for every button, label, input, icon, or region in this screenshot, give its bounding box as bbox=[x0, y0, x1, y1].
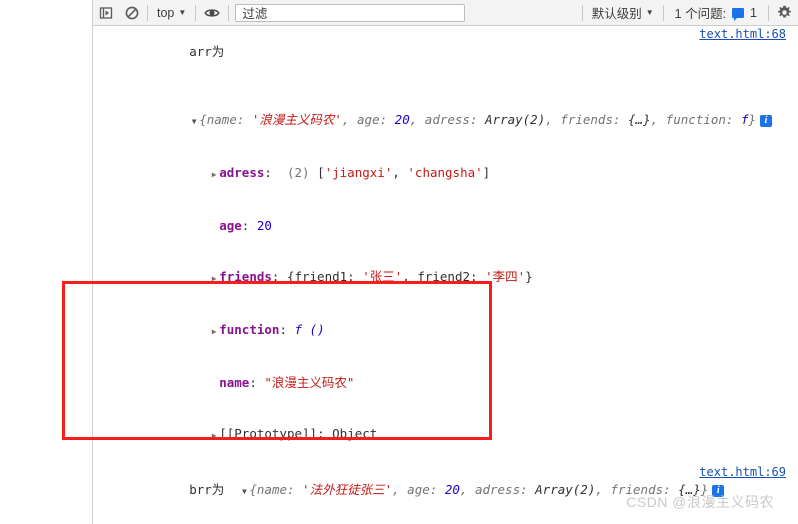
prop-val-arr-name: "浪漫主义码农" bbox=[264, 375, 355, 390]
brace-open-arr: { bbox=[199, 112, 207, 127]
prop-row-arr-age: age: 20 bbox=[219, 218, 272, 233]
summary-key-age-arr: age: bbox=[357, 112, 395, 127]
summary-key-friends-arr: friends: bbox=[560, 112, 629, 127]
chevron-down-icon-2: ▼ bbox=[645, 7, 654, 17]
filter-placeholder: 过滤 bbox=[242, 7, 268, 21]
issues-label: 1 个问题: bbox=[674, 7, 727, 21]
log-level-selector[interactable]: 默认级别 ▼ bbox=[585, 0, 661, 26]
console-group-arr: arr为 text.html:68 ▼ {name: '浪漫主义码农', age:… bbox=[93, 26, 798, 461]
summary-val-adress-arr: Array(2) bbox=[485, 112, 546, 127]
toolbar-divider-5 bbox=[662, 4, 664, 21]
prop-item-arr-friend2: '李四' bbox=[485, 269, 526, 284]
log-prefix-brr: brr为 bbox=[189, 482, 225, 497]
log-level-label: 默认级别 bbox=[591, 7, 642, 21]
prop-item-arr-friend1: '张三' bbox=[362, 269, 403, 284]
prop-row-arr-prototype[interactable]: ▶ [[Prototype]]: Object bbox=[93, 408, 798, 461]
prop-val-arr-function: f () bbox=[294, 322, 325, 337]
issues-button[interactable]: 1 个问题: 1 bbox=[666, 0, 766, 26]
source-link-arr[interactable]: text.html:68 bbox=[699, 26, 786, 43]
prop-item-arr-adress-0: 'jiangxi' bbox=[324, 165, 393, 180]
summary-key-function-arr: function: bbox=[665, 112, 741, 127]
prop-key-arr-name: name bbox=[219, 375, 250, 390]
summary-val-friends-arr: {…} bbox=[628, 112, 651, 127]
summary-key-adress-brr: adress: bbox=[474, 482, 536, 497]
prop-count-arr-adress: (2) bbox=[279, 165, 318, 180]
sep-2-arr: , bbox=[409, 112, 425, 127]
object-summary-arr[interactable]: ▼ {name: '浪漫主义码农', age: 20, adress: Array… bbox=[93, 94, 798, 147]
play-in-frame-icon[interactable] bbox=[93, 0, 119, 26]
info-icon-arr[interactable]: i bbox=[760, 115, 772, 127]
source-link-brr[interactable]: text.html:69 bbox=[699, 464, 786, 481]
sep-3-arr: , bbox=[545, 112, 561, 127]
brace-close-arr: } bbox=[748, 112, 756, 127]
sep-3-brr: , bbox=[595, 482, 611, 497]
summary-val-name-brr: '法外狂徒张三' bbox=[302, 482, 393, 497]
filter-input[interactable]: 过滤 bbox=[235, 3, 466, 22]
sep-1-brr: , bbox=[392, 482, 408, 497]
disclosure-triangle-arr-adress[interactable]: ▶ bbox=[209, 166, 219, 183]
devtools-console-panel: top ▼ 过滤 默认级别 ▼ 1 个问题: 1 arr为 text.html:… bbox=[93, 0, 798, 524]
disclosure-triangle-brr[interactable]: ▼ bbox=[239, 483, 249, 500]
summary-val-name-arr: '浪漫主义码农' bbox=[251, 112, 342, 127]
toolbar-divider-3 bbox=[228, 4, 230, 21]
prop-row-arr-adress[interactable]: ▶ adress: (2) ['jiangxi', 'changsha'] bbox=[93, 147, 798, 200]
brace-open-brr: { bbox=[249, 482, 257, 497]
prop-val-arr-age: 20 bbox=[256, 218, 272, 233]
sep-4-arr: , bbox=[650, 112, 666, 127]
prop-row-arr-friends[interactable]: ▶ friends: {friend1: '张三', friend2: '李四'} bbox=[93, 251, 798, 304]
sep-1-arr: , bbox=[341, 112, 358, 127]
chevron-down-icon: ▼ bbox=[178, 7, 187, 17]
disclosure-triangle-arr-prototype[interactable]: ▶ bbox=[209, 427, 219, 444]
console-log-prefix-row-arr: arr为 text.html:68 bbox=[93, 26, 798, 94]
gear-icon[interactable] bbox=[771, 0, 798, 26]
csdn-watermark: CSDN @浪漫主义码农 bbox=[626, 494, 774, 510]
sep-2-brr: , bbox=[459, 482, 475, 497]
toolbar-divider-4 bbox=[581, 4, 583, 21]
console-toolbar: top ▼ 过滤 默认级别 ▼ 1 个问题: 1 bbox=[93, 0, 798, 26]
summary-key-adress-arr: adress: bbox=[424, 112, 486, 127]
toolbar-divider-6 bbox=[768, 4, 769, 21]
execution-context-selector[interactable]: top ▼ bbox=[150, 0, 193, 26]
issue-speech-bubble-icon bbox=[732, 7, 745, 21]
toolbar-divider-1 bbox=[147, 4, 148, 21]
issues-count: 1 bbox=[750, 5, 757, 20]
summary-key-name-brr: name: bbox=[256, 482, 303, 497]
log-prefix-arr: arr为 bbox=[189, 44, 225, 59]
toolbar-divider-2 bbox=[195, 4, 197, 21]
summary-key-age-brr: age: bbox=[407, 482, 445, 497]
execution-context-label: top bbox=[157, 5, 175, 20]
prop-row-arr-name: name: "浪漫主义码农" bbox=[219, 375, 355, 390]
prop-key-arr-function: function bbox=[219, 322, 280, 337]
prop-key-arr-age: age bbox=[219, 218, 242, 233]
prop-key-arr-friends: friends bbox=[219, 269, 272, 284]
disclosure-triangle-arr-friends[interactable]: ▶ bbox=[209, 270, 219, 287]
live-expression-eye-icon[interactable] bbox=[198, 0, 226, 26]
prop-key-arr-adress: adress bbox=[219, 165, 265, 180]
summary-val-age-arr: 20 bbox=[394, 112, 410, 127]
console-message-list[interactable]: arr为 text.html:68 ▼ {name: '浪漫主义码农', age:… bbox=[93, 26, 798, 524]
disclosure-triangle-arr-function[interactable]: ▶ bbox=[209, 323, 219, 340]
summary-val-adress-brr: Array(2) bbox=[535, 482, 596, 497]
page-left-gutter bbox=[0, 0, 93, 524]
prop-key-arr-prototype: [[Prototype]] bbox=[219, 426, 318, 441]
disclosure-triangle-arr[interactable]: ▼ bbox=[189, 113, 199, 130]
clear-console-icon[interactable] bbox=[119, 0, 145, 26]
summary-key-name-arr: name: bbox=[206, 112, 252, 127]
prop-item-arr-adress-1: 'changsha' bbox=[407, 165, 483, 180]
prop-val-arr-prototype: Object bbox=[332, 426, 378, 441]
prop-row-arr-function[interactable]: ▶ function: f () bbox=[93, 304, 798, 357]
summary-val-age-brr: 20 bbox=[444, 482, 460, 497]
